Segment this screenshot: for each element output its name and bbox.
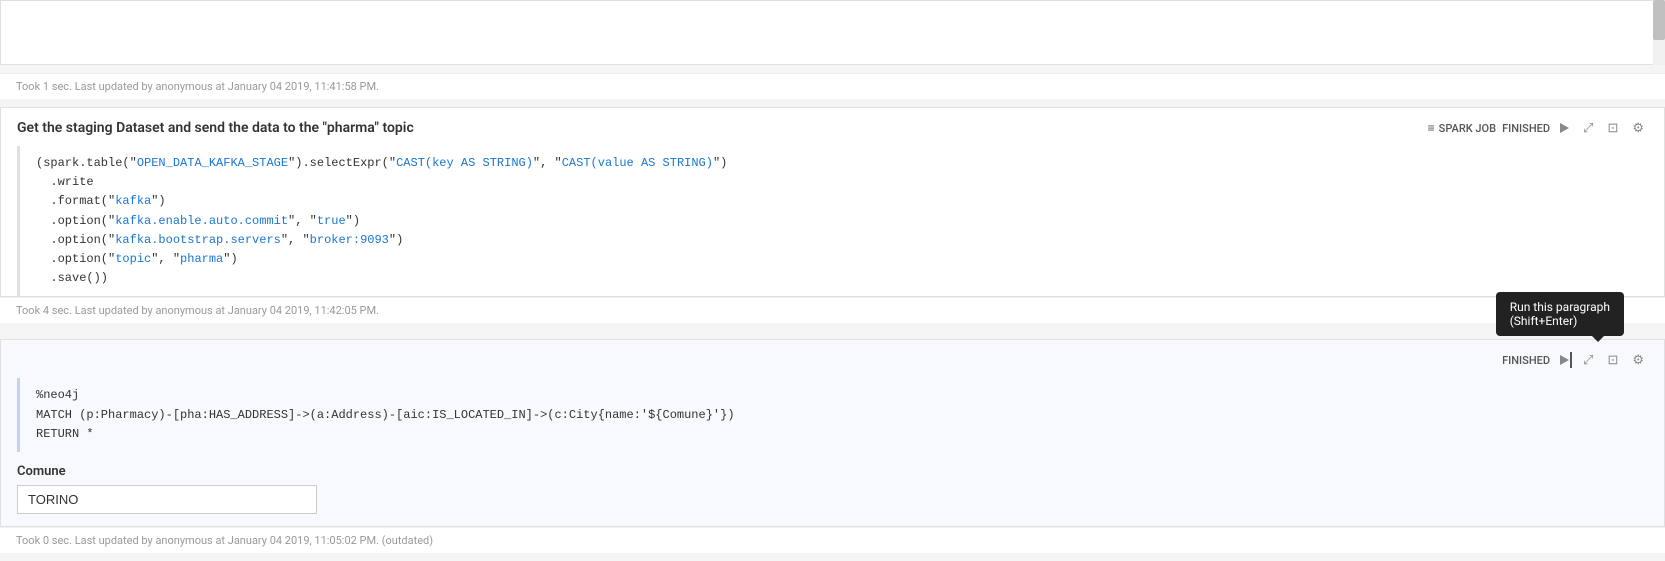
- spark-job-badge: ≡ SPARK JOB: [1428, 121, 1496, 135]
- neo4j-cell-toolbar: FINISHED ⤢ ⊡ ⚙: [1502, 350, 1648, 370]
- top-partial-cell: [0, 0, 1665, 65]
- code-cast2: CAST(value AS STRING): [562, 156, 713, 170]
- spark-expand-button[interactable]: ⤢: [1579, 118, 1597, 138]
- code-cast1: CAST(key AS STRING): [396, 156, 533, 170]
- code-opt1-val: true: [317, 214, 346, 228]
- neo4j-code-block: %neo4j MATCH (p:Pharmacy)-[pha:HAS_ADDRE…: [17, 378, 1648, 452]
- code-opt3-key: topic: [115, 252, 151, 266]
- code-line1-mid: ").selectExpr(": [288, 156, 396, 170]
- neo4j-line1: %neo4j: [36, 388, 79, 402]
- section-divider-2: [0, 331, 1665, 339]
- spark-status-finished: FINISHED: [1502, 122, 1550, 135]
- neo4j-line3: RETURN *: [36, 427, 94, 441]
- comune-label: Comune: [17, 464, 1648, 479]
- code-line1-pre: (spark.table(": [36, 156, 137, 170]
- section-divider-1: [0, 99, 1665, 107]
- neo4j-play-icon: [1560, 355, 1569, 365]
- code-opt2-mid: ", ": [281, 233, 310, 247]
- spark-play-icon: [1560, 123, 1569, 133]
- spark-cell-status: Took 4 sec. Last updated by anonymous at…: [0, 297, 1665, 323]
- spark-settings-icon: ⚙: [1632, 120, 1644, 136]
- code-opt1-key: kafka.enable.auto.commit: [115, 214, 288, 228]
- neo4j-run-button[interactable]: [1556, 353, 1573, 367]
- tooltip-line2: (Shift+Enter): [1510, 314, 1578, 328]
- code-line1-mid2: ", ": [533, 156, 562, 170]
- neo4j-settings-icon: ⚙: [1632, 352, 1644, 368]
- neo4j-bookmark-icon: ⊡: [1607, 352, 1618, 368]
- tooltip-line1: Run this paragraph: [1510, 300, 1610, 314]
- spark-code-block: (spark.table("OPEN_DATA_KAFKA_STAGE").se…: [17, 146, 1648, 296]
- neo4j-line2: MATCH (p:Pharmacy)-[pha:HAS_ADDRESS]->(a…: [36, 408, 735, 422]
- neo4j-widget-area: Comune: [1, 452, 1664, 526]
- scrollbar-thumb[interactable]: [1653, 0, 1665, 40]
- spark-settings-button[interactable]: ⚙: [1628, 118, 1648, 138]
- spark-job-label: SPARK JOB: [1439, 122, 1496, 135]
- cursor-indicator: [1570, 352, 1572, 368]
- neo4j-settings-button[interactable]: ⚙: [1628, 350, 1648, 370]
- top-cell-status-text: Took 1 sec. Last updated by anonymous at…: [16, 80, 379, 93]
- neo4j-cell-header: FINISHED ⤢ ⊡ ⚙: [1, 340, 1664, 378]
- spark-expand-icon: ⤢: [1583, 120, 1593, 136]
- code-format-val: kafka: [115, 194, 151, 208]
- code-opt2-val: broker:9093: [310, 233, 389, 247]
- spark-cell: Get the staging Dataset and send the dat…: [0, 107, 1665, 297]
- neo4j-cell-status: Took 0 sec. Last updated by anonymous at…: [0, 527, 1665, 553]
- neo4j-expand-icon: ⤢: [1583, 352, 1593, 368]
- neo4j-bookmark-button[interactable]: ⊡: [1603, 350, 1622, 370]
- neo4j-cell: Run this paragraph (Shift+Enter) FINISHE…: [0, 339, 1665, 527]
- code-opt2-key: kafka.bootstrap.servers: [115, 233, 281, 247]
- scrollbar-track[interactable]: [1653, 0, 1665, 65]
- notebook-container: Took 1 sec. Last updated by anonymous at…: [0, 0, 1665, 553]
- spark-lines-icon: ≡: [1428, 121, 1435, 135]
- code-opt3-val: pharma: [180, 252, 223, 266]
- spark-cell-title: Get the staging Dataset and send the dat…: [17, 120, 414, 136]
- spark-cell-header: Get the staging Dataset and send the dat…: [1, 108, 1664, 146]
- run-tooltip: Run this paragraph (Shift+Enter): [1496, 292, 1624, 336]
- code-opt3-mid: ", ": [151, 252, 180, 266]
- top-cell-content: [0, 0, 1665, 65]
- neo4j-status-text: Took 0 sec. Last updated by anonymous at…: [16, 534, 433, 547]
- spark-bookmark-button[interactable]: ⊡: [1603, 118, 1622, 138]
- comune-input[interactable]: [17, 485, 317, 514]
- spark-run-button[interactable]: [1556, 121, 1573, 135]
- neo4j-expand-button[interactable]: ⤢: [1579, 350, 1597, 370]
- spark-cell-toolbar: ≡ SPARK JOB FINISHED ⤢ ⊡ ⚙: [1428, 118, 1648, 138]
- code-table-name: OPEN_DATA_KAFKA_STAGE: [137, 156, 288, 170]
- code-opt1-mid: ", ": [288, 214, 317, 228]
- spark-status-text: Took 4 sec. Last updated by anonymous at…: [16, 304, 379, 317]
- neo4j-status-finished: FINISHED: [1502, 354, 1550, 367]
- spark-bookmark-icon: ⊡: [1607, 120, 1618, 136]
- top-cell-status: Took 1 sec. Last updated by anonymous at…: [0, 73, 1665, 99]
